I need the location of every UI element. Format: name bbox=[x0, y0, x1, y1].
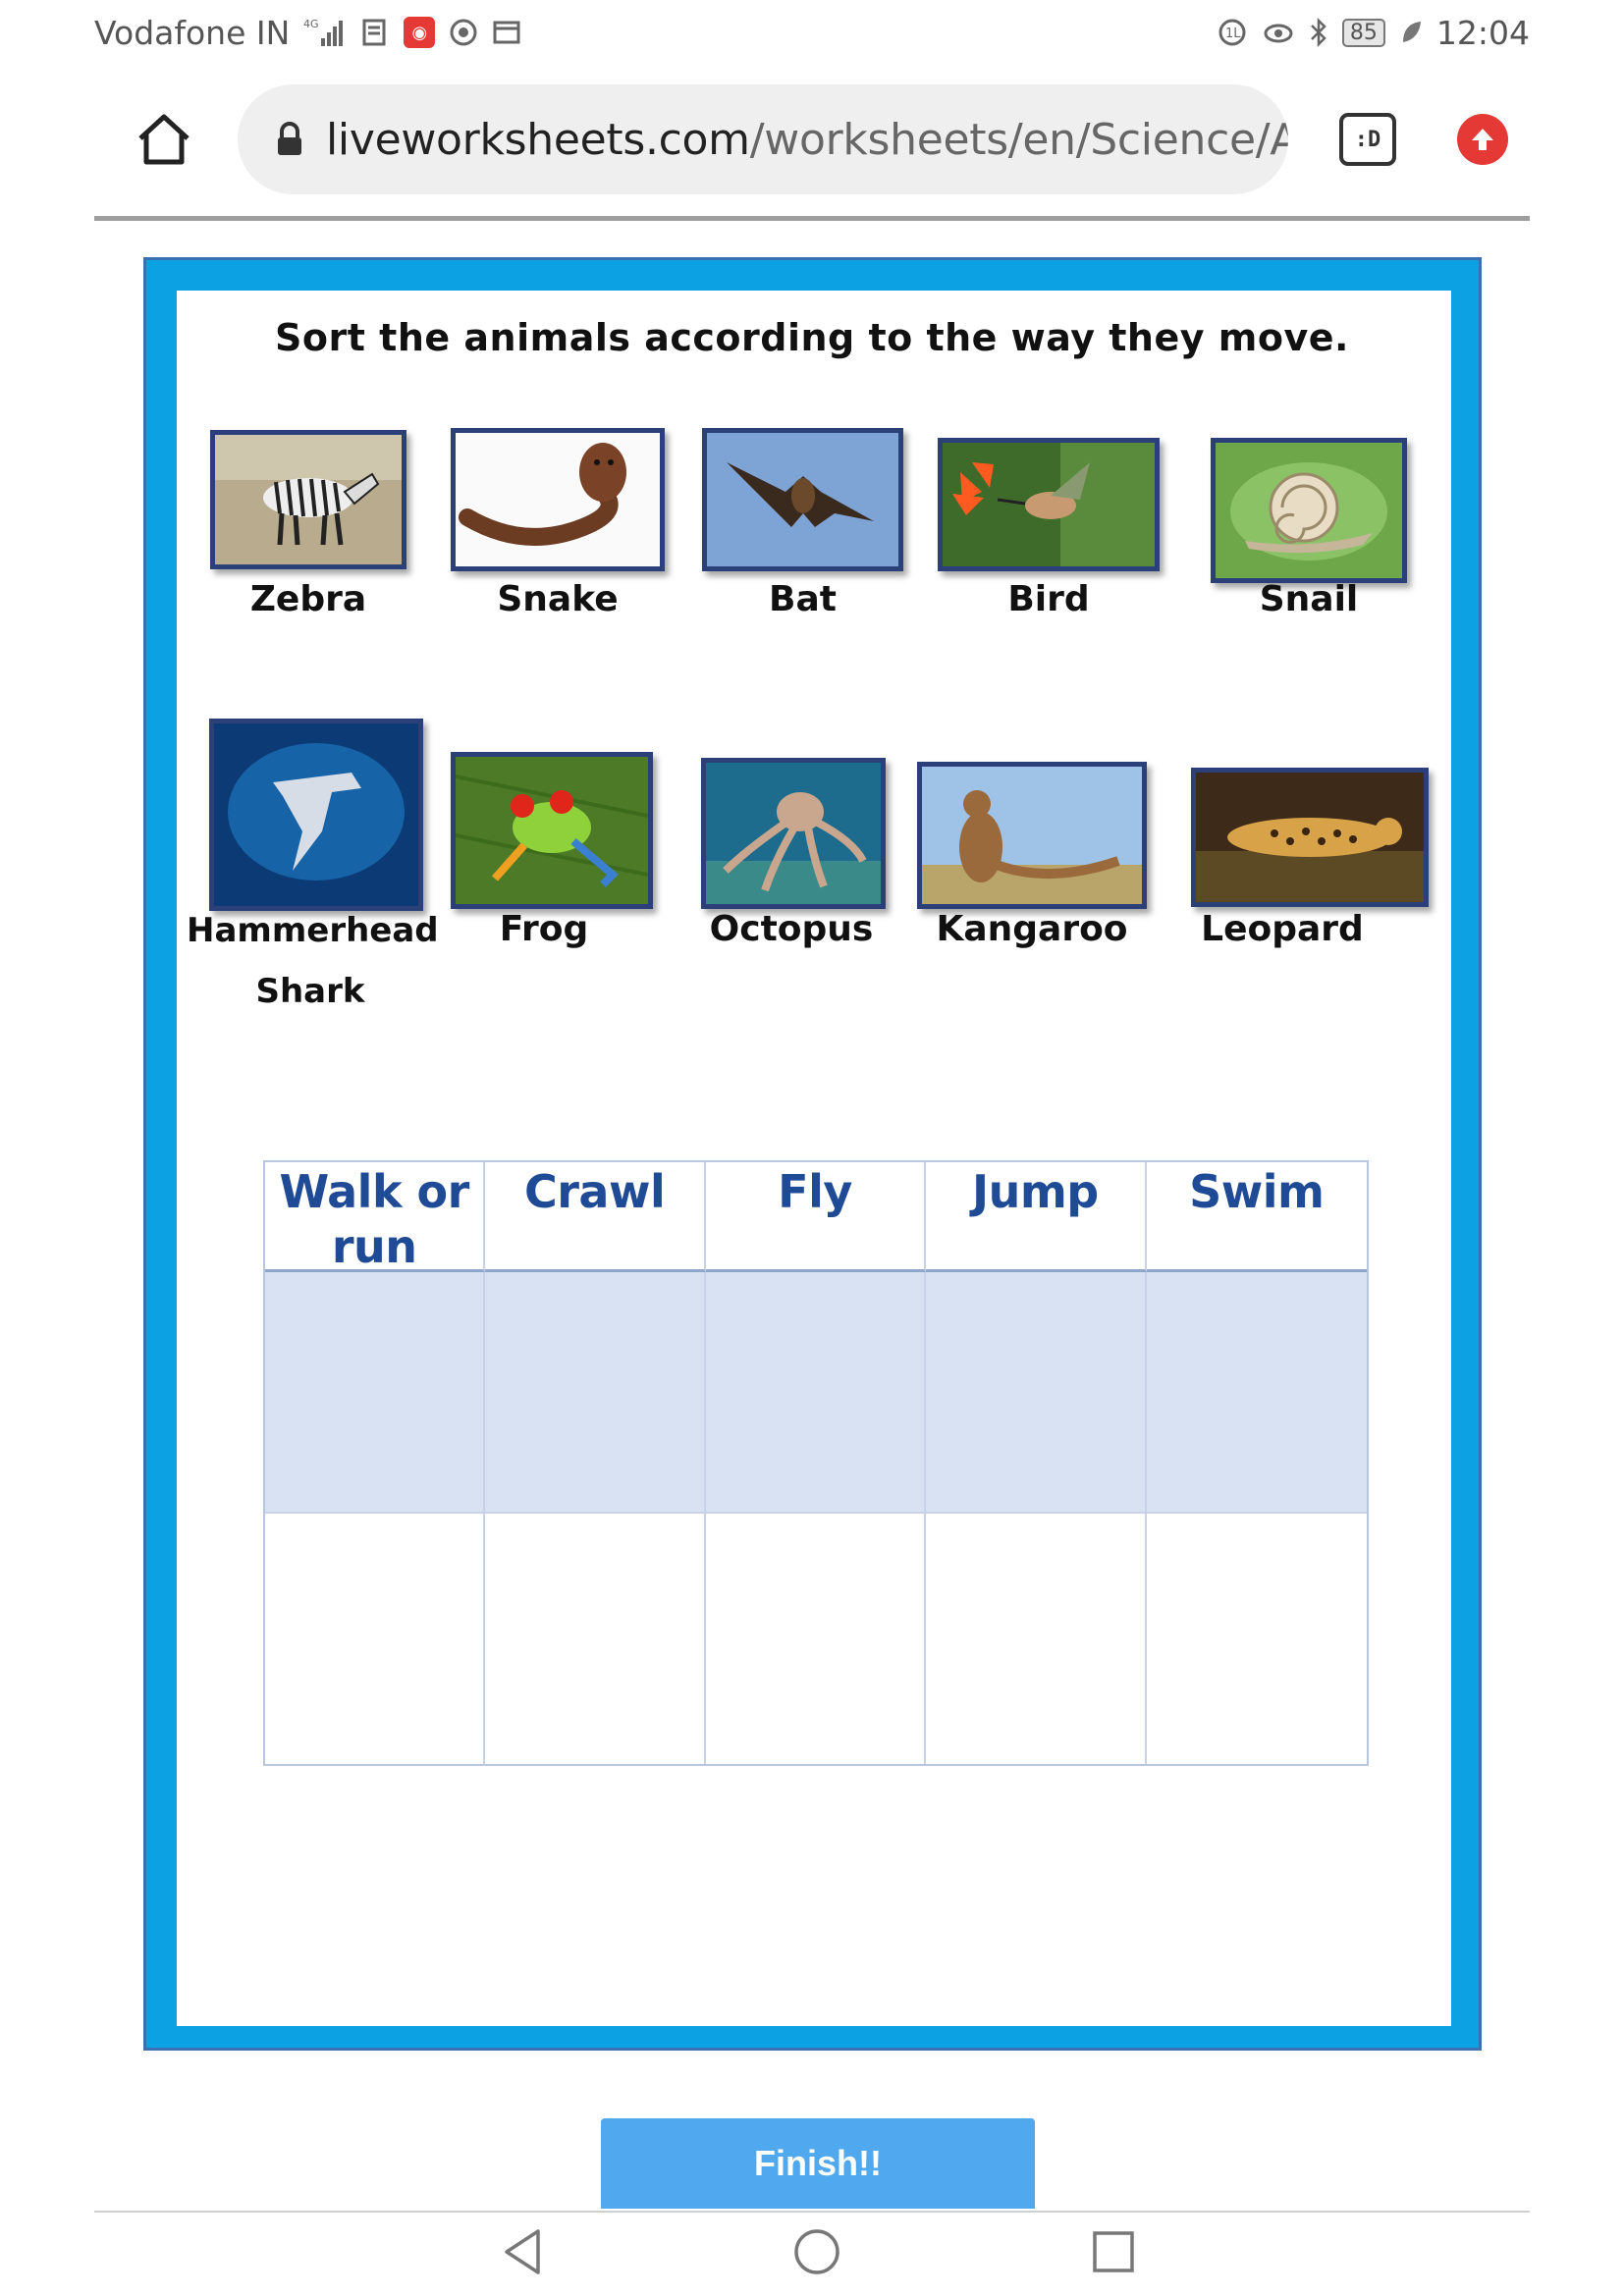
update-button[interactable] bbox=[1457, 114, 1508, 165]
carrier-name: Vodafone IN bbox=[94, 13, 291, 52]
finish-button[interactable]: Finish!! bbox=[601, 2118, 1035, 2209]
svg-text:1L: 1L bbox=[1225, 27, 1241, 41]
back-nav-button[interactable] bbox=[493, 2222, 552, 2281]
drop-zone-jump-2[interactable] bbox=[926, 1514, 1147, 1764]
label-bird: Bird bbox=[1007, 579, 1090, 619]
hammerhead-shark-image[interactable] bbox=[209, 719, 423, 911]
drop-zone-walk-or-run[interactable] bbox=[265, 1272, 486, 1514]
sorting-table: Walk or run Crawl Fly Jump Swim bbox=[263, 1160, 1369, 1766]
arrow-up-icon bbox=[1472, 129, 1493, 150]
frog-image[interactable] bbox=[451, 752, 653, 909]
label-bat: Bat bbox=[769, 579, 837, 619]
home-circle-icon bbox=[794, 2229, 839, 2274]
browser-toolbar: liveworksheets.com/worksheets/en/Science… bbox=[94, 84, 1530, 194]
news-icon bbox=[360, 18, 390, 47]
drop-zone-fly-2[interactable] bbox=[706, 1514, 927, 1764]
home-icon bbox=[138, 114, 189, 165]
data-saver-icon: 1L bbox=[1217, 17, 1248, 48]
label-zebra: Zebra bbox=[249, 579, 367, 619]
status-left: Vodafone IN 4G ◉ bbox=[94, 14, 521, 52]
status-bar: Vodafone IN 4G ◉ 1L 85 12:04 bbox=[94, 0, 1530, 65]
lock-icon bbox=[275, 122, 304, 157]
bat-image[interactable] bbox=[702, 428, 903, 571]
system-nav-bar bbox=[0, 2218, 1624, 2296]
recents-square-icon bbox=[1093, 2231, 1134, 2272]
header-jump: Jump bbox=[926, 1162, 1147, 1272]
drop-zone-jump[interactable] bbox=[926, 1272, 1147, 1514]
home-button[interactable] bbox=[130, 105, 198, 174]
label-snake: Snake bbox=[497, 579, 619, 619]
worksheet-instruction: Sort the animals according to the way th… bbox=[275, 316, 1349, 359]
drop-zone-swim[interactable] bbox=[1146, 1272, 1367, 1514]
label-octopus: Octopus bbox=[709, 909, 874, 949]
drop-zone-crawl-2[interactable] bbox=[485, 1514, 706, 1764]
svg-text:4G: 4G bbox=[303, 18, 319, 30]
header-swim: Swim bbox=[1146, 1162, 1367, 1272]
header-walk-line2: run bbox=[331, 1220, 417, 1273]
header-crawl: Crawl bbox=[485, 1162, 706, 1272]
url-domain: liveworksheets.com bbox=[326, 114, 750, 165]
label-hammerhead: Hammerhead bbox=[187, 911, 439, 950]
drop-zone-walk-or-run-2[interactable] bbox=[265, 1514, 486, 1764]
home-nav-button[interactable] bbox=[787, 2222, 846, 2281]
bluetooth-icon bbox=[1309, 17, 1328, 48]
app-notification-icon: ◉ bbox=[404, 17, 436, 48]
power-saving-leaf-icon bbox=[1399, 19, 1423, 46]
battery-indicator: 85 bbox=[1341, 18, 1385, 47]
leopard-image[interactable] bbox=[1191, 768, 1429, 907]
back-triangle-icon bbox=[505, 2229, 540, 2274]
label-snail: Snail bbox=[1259, 579, 1359, 619]
url-text: liveworksheets.com/worksheets/en/Science… bbox=[326, 115, 1288, 165]
url-path: /worksheets/en/Science/An bbox=[749, 114, 1288, 165]
eye-comfort-icon bbox=[1262, 18, 1295, 47]
tab-switcher-button[interactable]: :D bbox=[1339, 113, 1396, 166]
drop-zone-crawl[interactable] bbox=[485, 1272, 706, 1514]
clock-time: 12:04 bbox=[1435, 13, 1530, 52]
octopus-image[interactable] bbox=[701, 758, 886, 909]
bird-image[interactable] bbox=[938, 438, 1160, 571]
label-shark: Shark bbox=[255, 972, 365, 1011]
nav-divider bbox=[94, 2211, 1530, 2213]
snail-image[interactable] bbox=[1211, 438, 1407, 583]
header-walk-line1: Walk or bbox=[279, 1165, 470, 1218]
snake-image[interactable] bbox=[451, 428, 665, 571]
label-frog: Frog bbox=[499, 909, 589, 949]
drop-zone-swim-2[interactable] bbox=[1147, 1514, 1367, 1764]
zebra-image[interactable] bbox=[210, 430, 406, 569]
header-fly: Fly bbox=[705, 1162, 927, 1272]
calendar-icon bbox=[492, 18, 521, 47]
label-leopard: Leopard bbox=[1201, 909, 1364, 949]
header-jump-text: Jump bbox=[972, 1165, 1099, 1218]
header-walk-or-run: Walk or run bbox=[265, 1162, 486, 1273]
shield-app-icon bbox=[449, 18, 478, 47]
header-swim-text: Swim bbox=[1189, 1165, 1325, 1218]
header-fly-text: Fly bbox=[778, 1165, 852, 1218]
signal-icon: 4G bbox=[303, 17, 347, 48]
label-kangaroo: Kangaroo bbox=[936, 909, 1128, 949]
status-right: 1L 85 12:04 bbox=[1217, 14, 1530, 52]
kangaroo-image[interactable] bbox=[917, 762, 1147, 909]
recents-nav-button[interactable] bbox=[1084, 2222, 1143, 2281]
toolbar-divider bbox=[94, 216, 1530, 221]
address-bar[interactable]: liveworksheets.com/worksheets/en/Science… bbox=[238, 84, 1288, 194]
header-crawl-text: Crawl bbox=[523, 1165, 666, 1218]
drop-zone-fly[interactable] bbox=[705, 1272, 927, 1514]
